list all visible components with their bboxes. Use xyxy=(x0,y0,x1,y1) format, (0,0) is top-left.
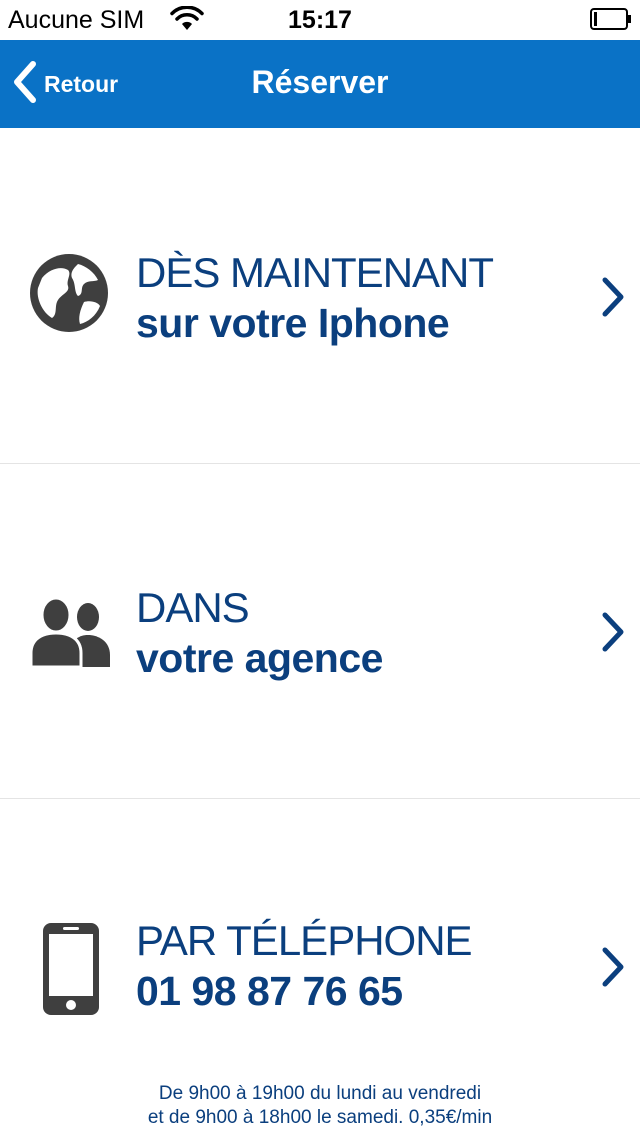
globe-icon xyxy=(28,252,110,339)
opening-hours-line2: et de 9h00 à 18h00 le samedi. 0,35€/min xyxy=(147,1107,493,1128)
option-online-text: DÈS MAINTENANT sur votre Iphone xyxy=(136,248,494,348)
option-online-line2: sur votre Iphone xyxy=(136,300,450,346)
option-online-booking[interactable]: DÈS MAINTENANT sur votre Iphone xyxy=(0,130,640,464)
opening-hours-note: De 9h00 à 19h00 du lundi au vendredi et … xyxy=(0,1082,640,1130)
opening-hours-line1: De 9h00 à 19h00 du lundi au vendredi xyxy=(158,1083,482,1104)
option-agency-line2: votre agence xyxy=(136,635,383,681)
battery-icon xyxy=(590,8,632,35)
option-agency-text: DANS votre agence xyxy=(136,583,383,683)
option-phone-line1: PAR TÉLÉPHONE xyxy=(136,917,473,964)
status-time: 15:17 xyxy=(288,6,352,34)
phone-number: 01 98 87 76 65 xyxy=(136,968,403,1014)
status-bar: Aucune SIM 15:17 xyxy=(0,0,640,40)
chevron-right-icon xyxy=(600,276,626,323)
navigation-bar: Retour Réserver xyxy=(0,40,640,128)
row-divider xyxy=(0,798,640,799)
option-phone-text: PAR TÉLÉPHONE 01 98 87 76 65 xyxy=(136,916,473,1016)
option-agency-line1: DANS xyxy=(136,584,250,631)
page-title: Réserver xyxy=(251,64,389,100)
row-divider xyxy=(0,463,640,464)
mobile-phone-icon xyxy=(42,922,100,1021)
option-agency-booking[interactable]: DANS votre agence xyxy=(0,465,640,799)
option-phone-booking[interactable]: PAR TÉLÉPHONE 01 98 87 76 65 xyxy=(0,800,640,1070)
chevron-right-icon xyxy=(600,946,626,993)
people-icon xyxy=(29,596,112,674)
option-online-line1: DÈS MAINTENANT xyxy=(136,249,494,296)
chevron-right-icon xyxy=(600,611,626,658)
